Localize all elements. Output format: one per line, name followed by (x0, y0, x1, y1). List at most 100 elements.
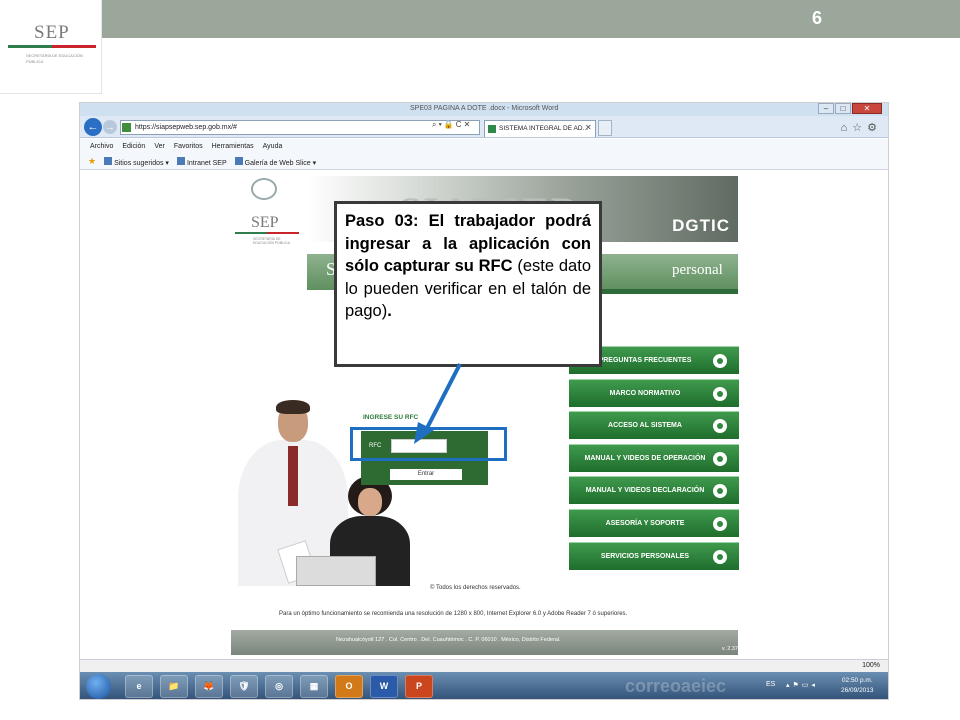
powerpoint-taskbar-icon[interactable]: P (405, 675, 433, 698)
menu-servicios-personales[interactable]: SERVICIOS PERSONALES (569, 541, 739, 570)
slide-header-bar: 6 (102, 0, 960, 38)
minimize-button[interactable]: – (818, 103, 834, 114)
word-taskbar-icon[interactable]: W (370, 675, 398, 698)
menu-herramientas[interactable]: Herramientas (212, 143, 254, 150)
man-tie (288, 446, 298, 506)
fav-sitios-label: Sitios sugeridos ▾ (114, 159, 169, 167)
copyright-text: © Todos los derechos reservados. (430, 585, 521, 591)
callout-end: . (387, 302, 392, 320)
fav-intranet-label: Intranet SEP (186, 159, 227, 167)
address-bar[interactable]: https://siapsepweb.sep.gob.mx/# (120, 120, 480, 135)
menu-label: SERVICIOS PERSONALES (600, 552, 690, 560)
language-indicator[interactable]: ES (766, 681, 775, 688)
favorites-star-icon[interactable]: ★ (88, 156, 96, 167)
fav-sitios[interactable]: Sitios sugeridos ▾ (104, 156, 169, 167)
tab-close-icon[interactable]: ✕ (585, 123, 592, 132)
explorer-taskbar-icon[interactable]: 📁 (160, 675, 188, 698)
back-button[interactable]: ← (84, 118, 102, 136)
arrow-icon (414, 363, 462, 444)
ie-taskbar-icon[interactable]: e (125, 675, 153, 698)
menu-edicion[interactable]: Edición (122, 143, 145, 150)
status-bar: 100% (80, 659, 888, 672)
toolbar-icons[interactable]: ⌂☆⚙ (841, 121, 882, 134)
sep-logo: SEP SECRETARÍA DE EDUCACIÓN PÚBLICA (0, 0, 102, 94)
clock-date: 26/09/2013 (841, 687, 874, 694)
header-logo-sub: SECRETARÍA DE EDUCACIÓN PÚBLICA (253, 237, 290, 245)
taskbar: e 📁 🦊 🛡 ◎ ▦ O W P correoaeiec ES ▴⚑▭◂ 02… (80, 672, 888, 699)
clock[interactable]: 02:50 p.m. 26/09/2013 (841, 676, 874, 696)
sep-logo-subtext: SECRETARÍA DE EDUCACIÓN PÚBLICA (26, 53, 83, 64)
recommendation-text: Para un óptimo funcionamiento se recomie… (279, 611, 628, 617)
fav-galeria[interactable]: Galería de Web Slice ▾ (234, 156, 317, 167)
taskbar-ghost-text: correoaeiec (625, 676, 727, 696)
menu-marco-normativo[interactable]: MARCO NORMATIVO (569, 378, 739, 407)
sep-logo-line (8, 45, 96, 48)
site-menu: PREGUNTAS FRECUENTES MARCO NORMATIVO ACC… (569, 346, 739, 574)
menu-favoritos[interactable]: Favoritos (174, 143, 203, 150)
menu-acceso-sistema[interactable]: ACCESO AL SISTEMA (569, 411, 739, 440)
header-dgtic: DGTIC (672, 216, 730, 235)
bullet-icon (713, 354, 727, 368)
banner-text-right: personal (672, 262, 723, 278)
chrome-taskbar-icon[interactable]: ◎ (265, 675, 293, 698)
tray-icons[interactable]: ▴⚑▭◂ (786, 681, 818, 689)
footer-address: Nezahualcóyotl 127 . Col. Centro . Del. … (336, 637, 561, 643)
menu-label: MARCO NORMATIVO (609, 389, 681, 397)
header-sep-logo: SEP (251, 214, 279, 231)
shield-taskbar-icon[interactable]: 🛡 (230, 675, 258, 698)
people-photo (230, 396, 410, 586)
eagle-icon (251, 178, 277, 200)
browser-navbar: ← → https://siapsepweb.sep.gob.mx/# ⌕▾🔒C… (80, 116, 888, 138)
bullet-icon (713, 419, 727, 434)
sep-logo-text: SEP (34, 22, 70, 43)
bullet-icon (713, 451, 727, 466)
tab-favicon (488, 125, 496, 133)
enter-button[interactable]: Entrar (390, 469, 462, 480)
menu-manual-declaracion[interactable]: MANUAL Y VIDEOS DECLARACIÓN (569, 476, 739, 505)
bullet-icon (713, 484, 727, 499)
favorites-bar: ★ Sitios sugeridos ▾ Intranet SEP Galerí… (80, 154, 888, 170)
fav-galeria-label: Galería de Web Slice ▾ (244, 159, 317, 167)
maximize-button[interactable]: □ (835, 103, 851, 114)
fav-intranet[interactable]: Intranet SEP (176, 156, 227, 167)
menu-label: MANUAL Y VIDEOS DE OPERACIÓN (584, 454, 706, 462)
menu-label: ACCESO AL SISTEMA (608, 422, 682, 430)
page-number: 6 (811, 8, 822, 28)
address-tools[interactable]: ⌕▾🔒C✕ (432, 120, 472, 130)
browser-tab[interactable]: SISTEMA INTEGRAL DE AD... (484, 120, 596, 137)
menu-label: ASESORÍA Y SOPORTE (605, 519, 685, 527)
window-titlebar: SPE03 PAGINA A DOTE .docx - Microsoft Wo… (80, 103, 888, 116)
menu-ver[interactable]: Ver (154, 143, 165, 150)
firefox-taskbar-icon[interactable]: 🦊 (195, 675, 223, 698)
callout-box: Paso 03: El trabajador podrá ingresar a … (334, 201, 602, 367)
slide: 6 SEP SECRETARÍA DE EDUCACIÓN PÚBLICA SP… (0, 0, 960, 720)
laptop (296, 556, 376, 586)
header-logo-line (235, 232, 299, 234)
fav-page-icon (176, 156, 185, 165)
menu-ayuda[interactable]: Ayuda (263, 143, 283, 150)
footer-version: v. 2.37 (721, 646, 738, 652)
window-controls: – □ ✕ (818, 103, 882, 114)
zoom-level[interactable]: 100% (862, 662, 880, 669)
close-button[interactable]: ✕ (852, 103, 882, 114)
bullet-icon (713, 549, 727, 564)
menu-label: MANUAL Y VIDEOS DECLARACIÓN (585, 487, 705, 495)
clock-time: 02:50 p.m. (841, 677, 873, 684)
menu-asesoria-soporte[interactable]: ASESORÍA Y SOPORTE (569, 508, 739, 537)
window-title: SPE03 PAGINA A DOTE .docx - Microsoft Wo… (410, 105, 559, 112)
fav-page-icon (104, 156, 113, 165)
woman-face (358, 488, 382, 516)
new-tab-button[interactable] (598, 120, 612, 136)
browser-screenshot: SPE03 PAGINA A DOTE .docx - Microsoft Wo… (79, 102, 889, 700)
man-hair (276, 400, 310, 414)
menu-bar: Archivo Edición Ver Favoritos Herramient… (80, 139, 888, 154)
app-grid-taskbar-icon[interactable]: ▦ (300, 675, 328, 698)
bullet-icon (713, 516, 727, 531)
bullet-icon (713, 386, 727, 401)
outlook-taskbar-icon[interactable]: O (335, 675, 363, 698)
menu-archivo[interactable]: Archivo (90, 143, 113, 150)
menu-manual-operacion[interactable]: MANUAL Y VIDEOS DE OPERACIÓN (569, 443, 739, 472)
start-button[interactable] (86, 674, 111, 699)
forward-button[interactable]: → (103, 120, 117, 134)
site-icon (122, 123, 131, 132)
